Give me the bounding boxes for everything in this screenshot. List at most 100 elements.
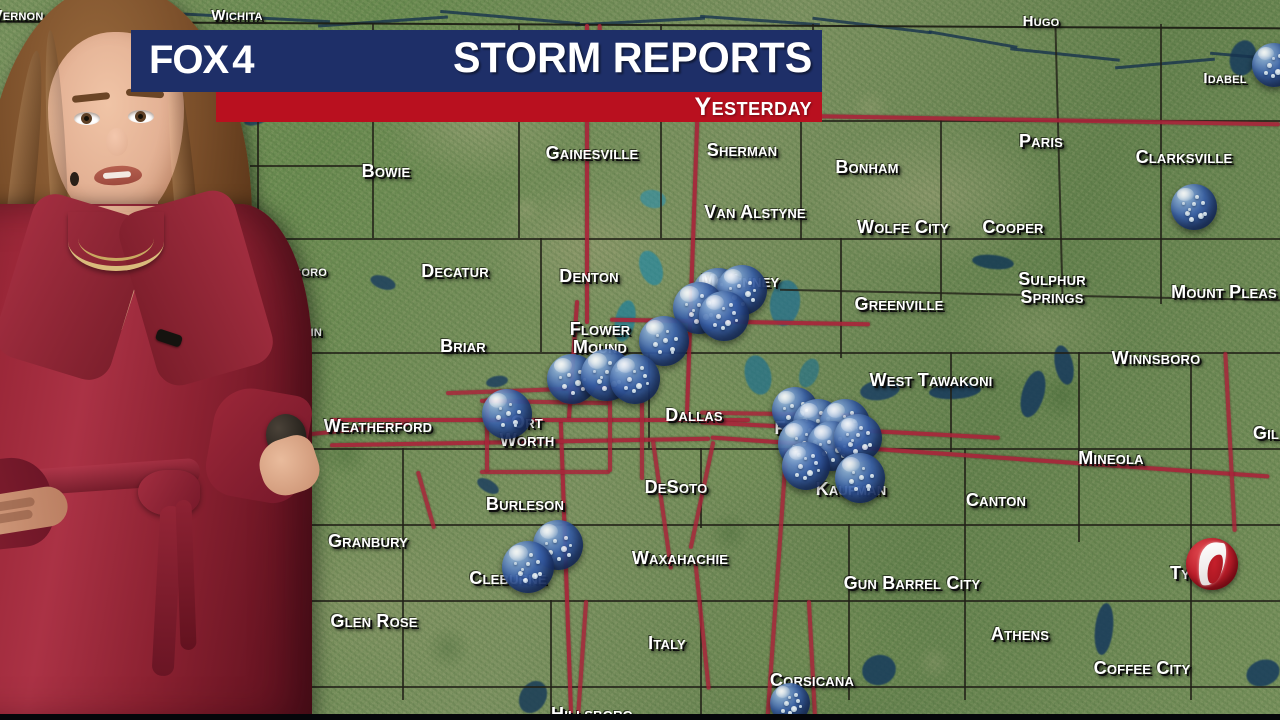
hail-stone-dot [561, 546, 567, 552]
city-label: Bonham [835, 158, 898, 177]
city-label-line: Weatherford [323, 416, 433, 436]
city-label-line: Clarksville [1135, 147, 1233, 167]
hail-report-icon [610, 354, 660, 404]
hail-stone-dot [506, 411, 511, 416]
hail-stone-dot [575, 380, 581, 386]
hail-stone-dot [666, 330, 669, 333]
county-boundary [800, 120, 802, 240]
earring [70, 172, 79, 186]
city-label: Mineola [1078, 448, 1144, 468]
hail-stone-dot [751, 298, 755, 302]
hail-stone-dot [517, 410, 521, 414]
hail-stone-dot [643, 374, 647, 378]
city-label-line: Gil [1252, 423, 1280, 443]
hail-stone-dot [722, 307, 725, 310]
hail-stone-dot [536, 559, 541, 564]
city-label: Idabel [1203, 70, 1247, 87]
hail-stone-dot [785, 414, 791, 420]
city-label-line: Decatur [421, 261, 489, 281]
hail-stone-dot [557, 557, 561, 561]
city-label-line: Denton [559, 266, 619, 286]
hail-report-icon [482, 389, 532, 439]
hail-stone-dot [496, 415, 501, 420]
hail-stone-dot [1187, 207, 1191, 211]
hail-stone-dot [849, 479, 854, 484]
hail-stone-dot [514, 424, 517, 427]
city-label-line: Gun Barrel City [843, 573, 981, 593]
city-label-line: Mount Pleas [1171, 282, 1277, 302]
hail-stone-dot [1271, 73, 1276, 78]
hail-report-icon [502, 541, 554, 593]
hail-stone-dot [624, 386, 628, 390]
city-label: Cooper [982, 217, 1044, 237]
city-label: Coffee City [1094, 659, 1191, 678]
city-label: Gun Barrel City [843, 573, 981, 593]
hail-stone-dot [601, 386, 607, 392]
city-label-line: Cooper [982, 217, 1044, 237]
hail-stone-dot [693, 319, 699, 325]
city-label: Bowie [362, 162, 411, 181]
hail-stone-dot [545, 542, 548, 545]
city-label: Winnsboro [1111, 348, 1201, 368]
hail-stone-dot [604, 369, 609, 374]
hail-report-icon [782, 442, 830, 490]
highway-loop-820-south [480, 470, 610, 474]
hail-stone-dot [671, 351, 674, 354]
hail-stone-dot [656, 334, 659, 337]
hail-stone-dot [753, 289, 756, 292]
city-label: Clarksville [1135, 147, 1233, 167]
hail-stone-dot [848, 441, 854, 447]
hail-stone-dot [748, 281, 752, 285]
city-label: Athens [990, 624, 1050, 644]
hail-stone-dot [691, 309, 695, 313]
hail-stone-dot [810, 453, 815, 458]
city-label: Denton [559, 266, 619, 286]
city-label-line: Granbury [327, 531, 409, 551]
hail-stone-dot [1194, 195, 1199, 200]
fox-logo-text: FOX [149, 37, 229, 82]
hail-stone-dot [783, 701, 789, 707]
city-label-line: Winnsboro [1111, 348, 1201, 368]
nose [106, 128, 128, 156]
hail-stone-dot [796, 699, 801, 703]
hail-stone-dot [663, 338, 668, 343]
county-boundary [250, 524, 1280, 526]
city-label: Decatur [421, 261, 489, 281]
hail-stone-dot [627, 377, 632, 382]
city-label: Italy [648, 634, 686, 653]
hail-stone-dot [571, 391, 575, 395]
hail-stone-dot [593, 369, 597, 373]
city-label-line: Athens [990, 624, 1050, 644]
hail-stone-dot [567, 553, 571, 557]
city-label-line: Dallas [665, 405, 723, 425]
hail-stone-dot [798, 705, 802, 709]
necklace-inner [78, 216, 154, 261]
hail-stone-dot [559, 376, 562, 379]
hail-stone-dot [1189, 217, 1195, 223]
banner-subtitle: Yesterday [694, 93, 812, 121]
city-label-line: Idabel [1203, 70, 1247, 87]
hail-stone-dot [514, 561, 518, 565]
hail-stone-dot [816, 468, 820, 472]
hail-stone-dot [794, 692, 798, 697]
city-label-line: Greenville [854, 294, 944, 314]
city-label-line: Van Alstyne [704, 202, 806, 222]
hail-stone-dot [845, 433, 849, 437]
station-bug-logo [1186, 538, 1238, 590]
hail-stone-dot [509, 403, 512, 406]
hail-stone-dot [813, 461, 818, 466]
city-label: Glen Rose [330, 612, 417, 631]
city-label-line: Mineola [1078, 448, 1144, 468]
hail-stone-dot [781, 708, 786, 713]
city-label-line: DeSoto [644, 477, 708, 497]
county-boundary [1190, 352, 1192, 700]
city-label-line: Sherman [706, 140, 778, 160]
hail-stone-dot [569, 544, 572, 547]
city-label-line: Waxahachie [631, 548, 729, 568]
hail-stone-dot [1184, 210, 1190, 216]
hail-stone-dot [1203, 211, 1208, 216]
hail-stone-dot [640, 366, 644, 370]
hail-stone-dot [700, 294, 705, 299]
hail-stone-dot [735, 319, 738, 322]
broadcast-screenshot: VernonWichitaHugoIdabelourGainesvilleShe… [0, 0, 1280, 720]
